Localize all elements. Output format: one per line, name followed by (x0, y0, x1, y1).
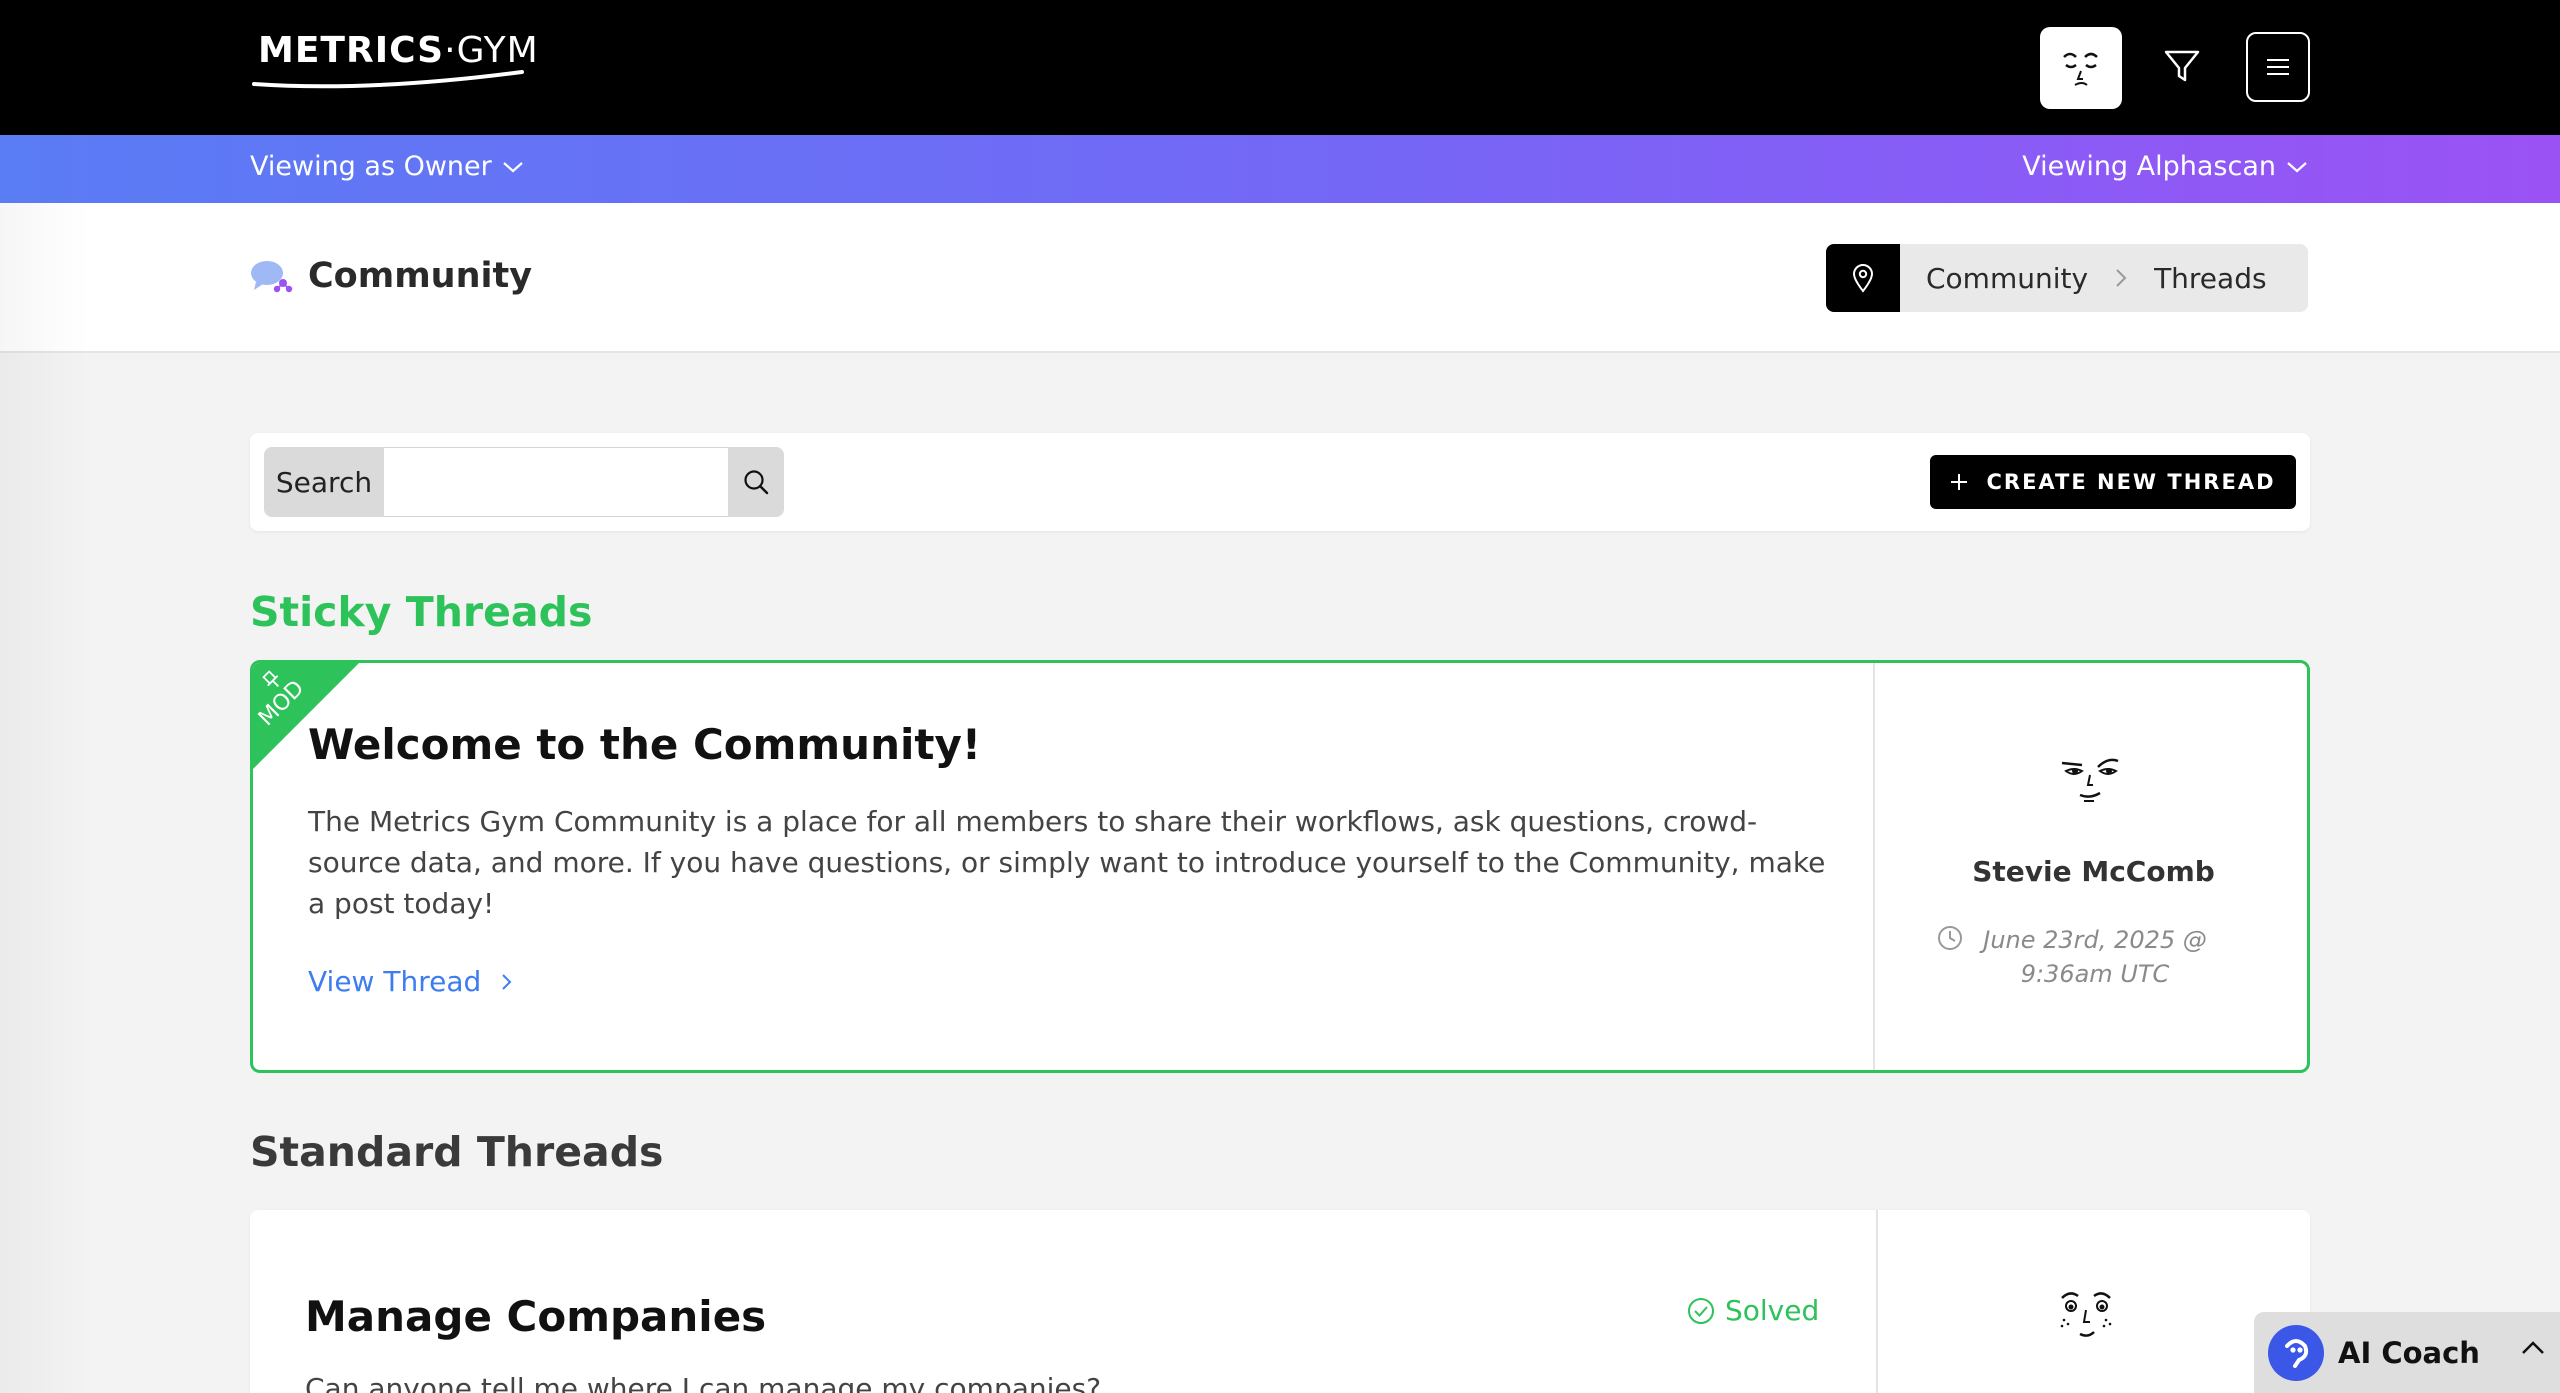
filter-icon (2164, 50, 2200, 82)
breadcrumb-item-threads[interactable]: Threads (2128, 262, 2293, 295)
search-input[interactable] (384, 447, 728, 517)
view-thread-link[interactable]: View Thread (308, 965, 513, 998)
left-edge-shadow (0, 203, 90, 1393)
author-name: Stevie McComb (1972, 855, 2215, 888)
post-date: June 23rd, 2025 @ 9:36am UTC (1938, 923, 2235, 991)
thread-title[interactable]: Welcome to the Community! (308, 720, 981, 769)
author-avatar-icon (2061, 758, 2119, 802)
page-header: Community Community Threads (0, 203, 2560, 353)
metrics-gym-logo[interactable]: METRICS·GYM (250, 30, 538, 100)
view-thread-label: View Thread (308, 965, 482, 998)
location-pin-icon (1852, 264, 1874, 293)
solved-status-badge: Solved (1687, 1294, 1819, 1327)
search-toolbar: Search CREATE NEW THREAD (250, 433, 2310, 531)
search-button[interactable] (728, 447, 784, 517)
logo-swoosh-icon (252, 70, 524, 89)
create-new-thread-button[interactable]: CREATE NEW THREAD (1930, 455, 2296, 509)
logo-wordmark: METRICS·GYM (258, 30, 539, 71)
solved-status-label: Solved (1725, 1294, 1820, 1327)
thread-title[interactable]: Manage Companies (305, 1292, 766, 1341)
filter-button[interactable] (2160, 44, 2204, 88)
plus-icon (1951, 474, 1968, 490)
hamburger-menu-icon (2267, 59, 2289, 75)
user-avatar-button[interactable] (2040, 27, 2122, 109)
viewing-company-label: Viewing Alphascan (2022, 151, 2276, 182)
ai-coach-widget[interactable]: AI Coach (2254, 1312, 2560, 1393)
viewing-context-bar: Viewing as Owner Viewing Alphascan (0, 135, 2560, 203)
community-chat-icon (251, 261, 293, 293)
create-new-thread-label: CREATE NEW THREAD (1986, 470, 2276, 494)
chevron-up-icon[interactable] (2520, 1339, 2546, 1357)
main-menu-button[interactable] (2246, 32, 2310, 102)
ai-coach-icon (2268, 1324, 2324, 1381)
search-group: Search (264, 447, 784, 517)
top-navigation-bar: METRICS·GYM (0, 0, 2560, 135)
chevron-down-icon (503, 161, 523, 172)
chevron-right-icon (2114, 267, 2128, 289)
author-avatar-icon (2060, 1292, 2112, 1337)
viewing-role-dropdown[interactable]: Viewing as Owner (250, 151, 524, 182)
breadcrumb: Community Threads (1826, 244, 2308, 312)
sticky-thread-card[interactable]: MOD Welcome to the Community! The Metric… (250, 660, 2310, 1073)
page-title: Community (308, 256, 533, 296)
thread-excerpt: Can anyone tell me where I can manage my… (305, 1372, 1102, 1393)
viewing-company-dropdown[interactable]: Viewing Alphascan (2022, 151, 2308, 182)
standard-thread-card[interactable]: Manage Companies Solved Can anyone tell … (250, 1210, 2310, 1393)
post-date-text: June 23rd, 2025 @ 9:36am UTC (1983, 926, 2207, 988)
breadcrumb-item-community[interactable]: Community (1900, 262, 2114, 295)
sticky-threads-heading: Sticky Threads (250, 588, 593, 636)
standard-threads-heading: Standard Threads (250, 1128, 664, 1176)
thread-author-panel: Stevie McComb June 23rd, 2025 @ 9:36am U… (1873, 663, 2307, 1070)
chevron-down-icon (2287, 161, 2307, 172)
location-pin-button[interactable] (1826, 244, 1900, 312)
search-icon (744, 470, 769, 495)
search-label: Search (264, 447, 384, 517)
check-circle-icon (1688, 1297, 1714, 1324)
thread-excerpt: The Metrics Gym Community is a place for… (308, 805, 1826, 920)
ai-coach-label: AI Coach (2338, 1335, 2480, 1370)
chevron-right-icon (502, 973, 512, 990)
page-title-group: Community (250, 256, 532, 296)
thread-author-panel (1876, 1210, 2310, 1393)
viewing-role-label: Viewing as Owner (250, 151, 492, 182)
clock-icon (1938, 926, 1962, 950)
avatar-face-icon (2063, 52, 2098, 86)
